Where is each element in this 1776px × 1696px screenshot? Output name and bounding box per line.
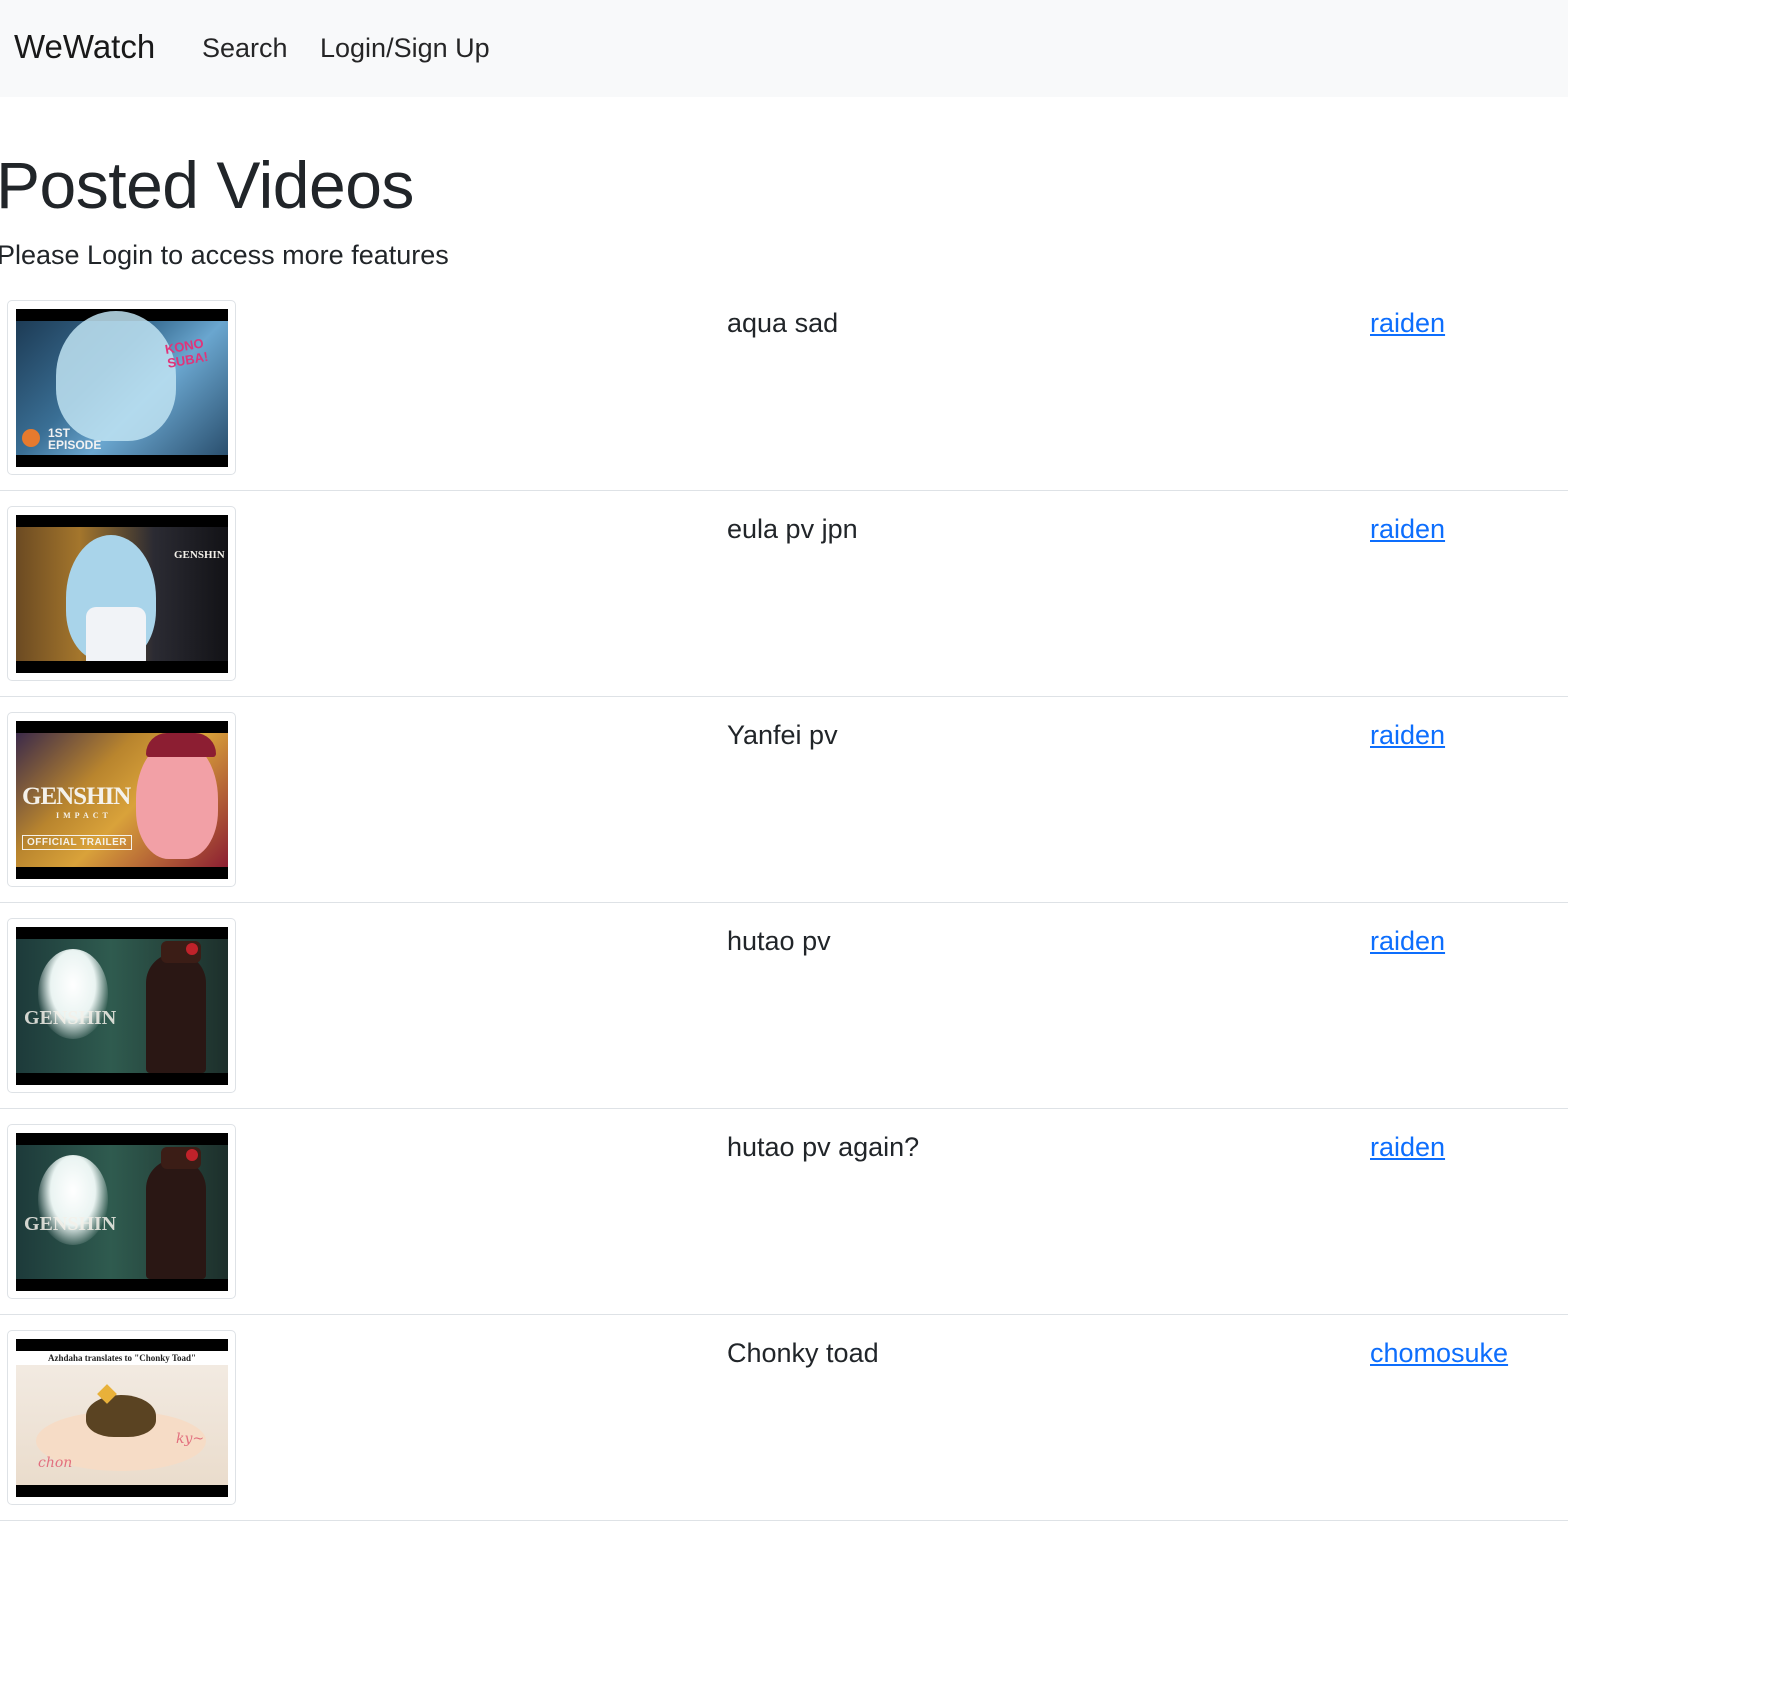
top-navbar: WeWatch Search Login/Sign Up xyxy=(0,0,1568,97)
video-row: Azhdaha translates to "Chonky Toad" chon… xyxy=(0,1315,1568,1521)
character-figure xyxy=(136,739,218,859)
handwritten-scribble: ky~ xyxy=(176,1431,205,1447)
thumbnail-image: GENSHIN xyxy=(16,515,228,673)
character-figure xyxy=(146,1159,206,1279)
game-logo-text: GENSHIN xyxy=(22,783,131,810)
thumbnail-art: GENSHIN xyxy=(16,527,228,661)
handwritten-scribble: chon xyxy=(38,1455,73,1471)
character-outfit xyxy=(86,607,146,661)
thumbnail-art: KONO SUBA! 1ST EPISODE xyxy=(16,311,228,455)
video-row: GENSHIN eula pv jpn raiden xyxy=(0,491,1568,697)
logo-text: KONO SUBA! xyxy=(164,335,214,370)
video-title: Yanfei pv xyxy=(727,720,838,750)
thumbnail-art: GENSHIN xyxy=(16,1145,228,1279)
thumbnail-art: Azhdaha translates to "Chonky Toad" chon… xyxy=(16,1351,228,1485)
video-thumbnail[interactable]: GENSHIN xyxy=(7,506,236,681)
network-logo-icon xyxy=(22,429,40,447)
thumbnail-art: GENSHIN xyxy=(16,939,228,1073)
video-thumbnail[interactable]: KONO SUBA! 1ST EPISODE xyxy=(7,300,236,475)
toad-figure xyxy=(86,1395,156,1437)
character-figure xyxy=(146,953,206,1073)
nav-search-link[interactable]: Search xyxy=(202,30,288,66)
video-thumbnail[interactable]: Azhdaha translates to "Chonky Toad" chon… xyxy=(7,1330,236,1505)
thumbnail-art: GENSHIN IMPACT OFFICIAL TRAILER xyxy=(16,733,228,867)
thumbnail-image: GENSHIN xyxy=(16,927,228,1085)
game-logo-subtext: IMPACT xyxy=(56,811,112,820)
brand-link[interactable]: WeWatch xyxy=(14,27,155,67)
uploader-link[interactable]: raiden xyxy=(1370,305,1445,341)
video-row: KONO SUBA! 1ST EPISODE aqua sad raiden xyxy=(0,285,1568,491)
uploader-link[interactable]: raiden xyxy=(1370,1129,1445,1165)
game-logo-text: GENSHIN xyxy=(24,1007,117,1029)
video-title: hutao pv again? xyxy=(727,1132,920,1162)
episode-badge: 1ST EPISODE xyxy=(48,426,102,452)
login-prompt: Please Login to access more features xyxy=(0,240,449,270)
thumbnail-caption: Azhdaha translates to "Chonky Toad" xyxy=(16,1351,228,1365)
character-figure xyxy=(56,311,176,441)
uploader-link[interactable]: chomosuke xyxy=(1370,1335,1508,1371)
nav-login-link[interactable]: Login/Sign Up xyxy=(320,30,490,66)
trailer-badge: OFFICIAL TRAILER xyxy=(22,835,133,850)
video-list: KONO SUBA! 1ST EPISODE aqua sad raiden G… xyxy=(0,285,1568,1521)
game-logo-text: GENSHIN xyxy=(24,1213,117,1235)
video-row: GENSHIN IMPACT OFFICIAL TRAILER Yanfei p… xyxy=(0,697,1568,903)
page-title: Posted Videos xyxy=(0,148,414,222)
video-thumbnail[interactable]: GENSHIN xyxy=(7,918,236,1093)
video-title: Chonky toad xyxy=(727,1338,879,1368)
thumbnail-image: GENSHIN xyxy=(16,1133,228,1291)
video-row: GENSHIN hutao pv raiden xyxy=(0,903,1568,1109)
uploader-link[interactable]: raiden xyxy=(1370,923,1445,959)
thumbnail-image: KONO SUBA! 1ST EPISODE xyxy=(16,309,228,467)
hat-flower xyxy=(186,1149,198,1161)
video-title: hutao pv xyxy=(727,926,831,956)
uploader-link[interactable]: raiden xyxy=(1370,717,1445,753)
video-row: GENSHIN hutao pv again? raiden xyxy=(0,1109,1568,1315)
video-title: aqua sad xyxy=(727,308,839,338)
uploader-link[interactable]: raiden xyxy=(1370,511,1445,547)
video-title: eula pv jpn xyxy=(727,514,858,544)
video-thumbnail[interactable]: GENSHIN xyxy=(7,1124,236,1299)
hat-flower xyxy=(186,943,198,955)
video-thumbnail[interactable]: GENSHIN IMPACT OFFICIAL TRAILER xyxy=(7,712,236,887)
character-hat xyxy=(146,733,216,757)
thumbnail-image: Azhdaha translates to "Chonky Toad" chon… xyxy=(16,1339,228,1497)
game-logo-text: GENSHIN xyxy=(174,549,225,561)
thumbnail-image: GENSHIN IMPACT OFFICIAL TRAILER xyxy=(16,721,228,879)
